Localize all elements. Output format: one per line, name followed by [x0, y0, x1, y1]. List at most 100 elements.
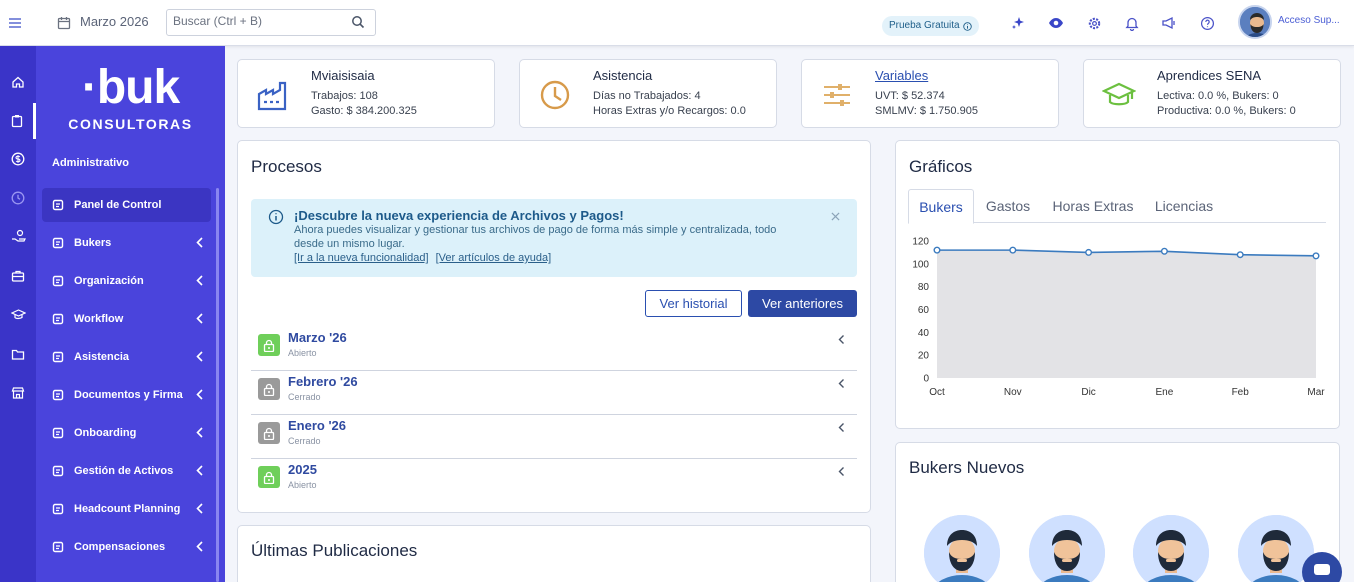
locked-lock-icon: [258, 422, 280, 444]
data-point[interactable]: [1009, 246, 1017, 254]
hamburger-menu-icon[interactable]: [5, 13, 25, 33]
sidebar-item-4[interactable]: Asistencia: [42, 340, 211, 374]
chevron-left-icon[interactable]: [838, 466, 845, 477]
notifications-bell-icon[interactable]: [1122, 13, 1142, 33]
chevron-left-icon: [196, 427, 203, 438]
stat-line-1: Trabajos: 108: [311, 90, 378, 102]
stat-line-2: Productiva: 0.0 %, Bukers: 0: [1157, 105, 1296, 117]
tab-0[interactable]: Bukers: [908, 189, 974, 224]
bukers-nuevos-title: Bukers Nuevos: [909, 458, 1025, 477]
stat-card-2[interactable]: Variables UVT: $ 52.374 SMLMV: $ 1.750.905: [801, 59, 1059, 128]
process-row[interactable]: Febrero '26 Cerrado: [251, 371, 857, 415]
sidebar-item-1[interactable]: Bukers: [42, 226, 211, 260]
tab-2[interactable]: Horas Extras: [1042, 189, 1144, 223]
chat-support-button[interactable]: [1302, 552, 1342, 582]
data-point[interactable]: [1160, 247, 1168, 255]
dashboard-icon: [52, 199, 64, 211]
chevron-left-icon[interactable]: [838, 334, 845, 345]
new-feature-link[interactable]: [Ir a la nueva funcionalidad]: [294, 252, 429, 264]
user-name[interactable]: Acceso Sup...: [1278, 15, 1340, 26]
new-buker-avatar[interactable]: [1133, 515, 1209, 582]
settings-gear-icon[interactable]: [1084, 13, 1104, 33]
search-box[interactable]: [166, 9, 376, 36]
clipboard-icon[interactable]: [0, 103, 36, 139]
stat-title: Aprendices SENA: [1157, 68, 1262, 83]
sidebar-item-7[interactable]: Gestión de Activos: [42, 454, 211, 488]
process-name[interactable]: Febrero '26: [288, 374, 358, 389]
data-point[interactable]: [1312, 252, 1320, 260]
data-point[interactable]: [933, 246, 941, 254]
folder-icon[interactable]: [0, 336, 36, 372]
info-banner: ¡Descubre la nueva experiencia de Archiv…: [251, 199, 857, 277]
sidebar-item-6[interactable]: Onboarding: [42, 416, 211, 450]
process-row[interactable]: 2025 Abierto: [251, 459, 857, 503]
sidebar: ·buk CONSULTORAS Administrativo Panel de…: [36, 46, 225, 582]
stat-line-1: Lectiva: 0.0 %, Bukers: 0: [1157, 90, 1279, 102]
sidebar-item-9[interactable]: Compensaciones: [42, 530, 211, 564]
sidebar-item-label: Bukers: [74, 237, 112, 249]
chevron-left-icon: [196, 351, 203, 362]
x-tick-label: Oct: [929, 387, 945, 398]
stat-title[interactable]: Variables: [875, 68, 928, 83]
briefcase-icon[interactable]: [0, 258, 36, 294]
process-status: Cerrado: [288, 436, 321, 446]
hand-money-icon[interactable]: [0, 218, 36, 254]
new-buker-avatar[interactable]: [1029, 515, 1105, 582]
calendar-icon[interactable]: [54, 13, 74, 33]
process-name[interactable]: Enero '26: [288, 418, 346, 433]
month-selector[interactable]: Marzo 2026: [80, 14, 149, 29]
home-icon[interactable]: [0, 64, 36, 100]
chevron-left-icon: [196, 465, 203, 476]
new-buker-avatar[interactable]: [924, 515, 1000, 582]
close-icon[interactable]: [831, 212, 840, 221]
sidebar-item-0[interactable]: Panel de Control: [42, 188, 211, 222]
clock-icon[interactable]: [0, 180, 36, 216]
search-icon[interactable]: [351, 15, 365, 29]
sparkle-icon[interactable]: [1008, 13, 1028, 33]
locked-lock-icon: [258, 378, 280, 400]
store-icon[interactable]: [0, 375, 36, 411]
help-articles-link[interactable]: [Ver artículos de ayuda]: [436, 252, 552, 264]
sidebar-scrollbar[interactable]: [216, 188, 219, 582]
stat-card-0: Mviaisisaia Trabajos: 108 Gasto: $ 384.200…: [237, 59, 495, 128]
view-history-button[interactable]: Ver historial: [645, 290, 742, 317]
view-previous-button[interactable]: Ver anteriores: [748, 290, 857, 317]
y-tick-label: 20: [918, 351, 930, 362]
trial-badge-label: Prueba Gratuita: [889, 20, 960, 31]
graficos-title: Gráficos: [909, 157, 973, 176]
publicaciones-card: Últimas Publicaciones: [237, 525, 871, 582]
graduation-icon[interactable]: [0, 297, 36, 333]
money-icon: [52, 541, 64, 553]
search-input[interactable]: [173, 14, 343, 28]
workflow-icon: [52, 313, 64, 325]
trial-badge[interactable]: Prueba Gratuita: [882, 16, 979, 36]
info-icon: [962, 21, 972, 31]
sidebar-item-2[interactable]: Organización: [42, 264, 211, 298]
process-name[interactable]: 2025: [288, 462, 317, 477]
area-fill: [937, 250, 1316, 378]
user-avatar[interactable]: [1238, 5, 1272, 39]
sidebar-item-8[interactable]: Headcount Planning: [42, 492, 211, 526]
sidebar-item-label: Onboarding: [74, 427, 137, 439]
process-row[interactable]: Enero '26 Cerrado: [251, 415, 857, 459]
sidebar-item-3[interactable]: Workflow: [42, 302, 211, 336]
eye-icon[interactable]: [1046, 13, 1066, 33]
process-row[interactable]: Marzo '26 Abierto: [251, 327, 857, 371]
chevron-left-icon[interactable]: [838, 378, 845, 389]
stat-line-1: UVT: $ 52.374: [875, 90, 945, 102]
megaphone-icon[interactable]: [1159, 13, 1179, 33]
y-tick-label: 80: [918, 282, 930, 293]
tab-3[interactable]: Licencias: [1144, 189, 1224, 223]
tab-1[interactable]: Gastos: [974, 189, 1042, 223]
org-chart-icon: [52, 275, 64, 287]
data-point[interactable]: [1085, 248, 1093, 256]
top-bar: Marzo 2026 Prueba Gratuita Acceso Sup...: [0, 0, 1354, 46]
help-icon[interactable]: [1197, 13, 1217, 33]
sidebar-item-label: Documentos y Firma: [74, 389, 183, 401]
process-name[interactable]: Marzo '26: [288, 330, 347, 345]
sidebar-item-5[interactable]: Documentos y Firma: [42, 378, 211, 412]
data-point[interactable]: [1236, 251, 1244, 259]
dollar-circle-icon[interactable]: [0, 141, 36, 177]
brand-logo[interactable]: ·buk CONSULTORAS: [36, 62, 225, 133]
chevron-left-icon[interactable]: [838, 422, 845, 433]
